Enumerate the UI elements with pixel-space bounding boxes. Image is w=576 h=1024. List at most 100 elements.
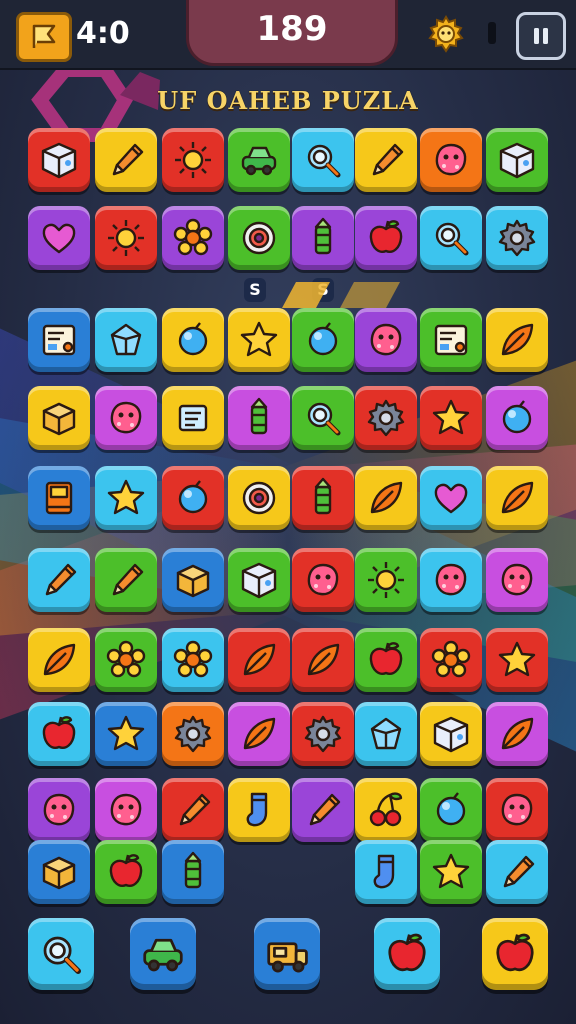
board-tile[interactable] [95,128,157,192]
board-tile[interactable] [95,308,157,372]
board-tile[interactable] [486,466,548,530]
tray-slot[interactable] [130,918,196,990]
board-tile[interactable] [28,778,90,842]
board-tile[interactable] [292,386,354,450]
box-icon [176,564,210,598]
board-tile[interactable] [95,466,157,530]
board-tile[interactable] [486,206,548,270]
gear-icon [367,399,405,437]
board-tile[interactable] [355,778,417,842]
board-tile[interactable] [292,308,354,372]
board-tile[interactable] [162,778,224,842]
board-tile[interactable] [292,128,354,192]
board-tile[interactable] [420,778,482,842]
level-title: UF OAHEB PUZLA [157,86,419,115]
board-tile[interactable] [486,628,548,692]
board-tile[interactable] [28,308,90,372]
moves-button[interactable] [16,12,72,62]
board-tile[interactable] [162,702,224,766]
star-icon [107,715,145,751]
board-tile[interactable] [162,840,224,904]
board-tile[interactable] [28,702,90,766]
board-tile[interactable] [162,128,224,192]
board-tile[interactable] [292,466,354,530]
board-tile[interactable] [95,548,157,612]
board-tile[interactable] [355,466,417,530]
board-tile[interactable] [95,206,157,270]
board-tile[interactable] [162,386,224,450]
board-tile[interactable] [486,308,548,372]
board-tile[interactable] [28,840,90,904]
hint-button[interactable] [424,12,468,56]
board-tile[interactable] [228,386,290,450]
board-tile[interactable] [486,386,548,450]
board-tile[interactable] [355,628,417,692]
board-tile[interactable] [292,548,354,612]
board-tile[interactable] [228,628,290,692]
leaf-icon [501,717,534,750]
board-tile[interactable] [355,206,417,270]
board-tile[interactable] [292,778,354,842]
gear-icon [304,715,342,753]
board-tile[interactable] [292,206,354,270]
cube-icon [499,142,535,179]
board-tile[interactable] [95,840,157,904]
board-tile[interactable] [28,548,90,612]
board-tile[interactable] [95,628,157,692]
board-tile[interactable] [95,702,157,766]
board-tile[interactable] [355,548,417,612]
board-tile[interactable] [292,628,354,692]
tray-slot[interactable] [254,918,320,990]
board-tile[interactable] [292,702,354,766]
board-tile[interactable] [28,128,90,192]
board-tile[interactable] [420,548,482,612]
board-tile[interactable] [162,466,224,530]
board-tile[interactable] [486,548,548,612]
crayon-icon [314,217,332,255]
apple-icon [109,854,143,887]
board-tile[interactable] [420,128,482,192]
board-tile[interactable] [355,308,417,372]
board-tile[interactable] [420,466,482,530]
board-tile[interactable] [420,308,482,372]
board-tile[interactable] [486,128,548,192]
sun-icon [175,142,211,178]
board-tile[interactable] [486,778,548,842]
board-tile[interactable] [228,548,290,612]
board-tile[interactable] [28,466,90,530]
board-tile[interactable] [420,628,482,692]
board-tile[interactable] [228,702,290,766]
board-tile[interactable] [228,308,290,372]
pencil-icon [112,143,144,176]
board-tile[interactable] [420,206,482,270]
board-tile[interactable] [420,840,482,904]
board-tile[interactable] [420,386,482,450]
board-tile[interactable] [228,128,290,192]
book-icon [45,481,73,515]
tray-slot[interactable] [28,918,94,990]
board-tile[interactable] [95,386,157,450]
tray-slot[interactable] [374,918,440,990]
board-tile[interactable] [28,628,90,692]
board-tile[interactable] [28,386,90,450]
board-tile[interactable] [355,386,417,450]
board-tile[interactable] [162,206,224,270]
ball-icon [308,322,338,356]
board-tile[interactable] [28,206,90,270]
board-tile[interactable] [486,702,548,766]
tray-slot[interactable] [482,918,548,990]
pause-button[interactable] [516,12,566,60]
board-tile[interactable] [162,308,224,372]
board-tile[interactable] [355,840,417,904]
board-tile[interactable] [355,128,417,192]
board-tile[interactable] [228,778,290,842]
board-tile[interactable] [162,548,224,612]
board-tile[interactable] [162,628,224,692]
board-tile[interactable] [228,206,290,270]
star-icon [240,321,278,357]
board-tile[interactable] [486,840,548,904]
board-tile[interactable] [95,778,157,842]
board-tile[interactable] [355,702,417,766]
board-tile[interactable] [420,702,482,766]
board-tile[interactable] [228,466,290,530]
